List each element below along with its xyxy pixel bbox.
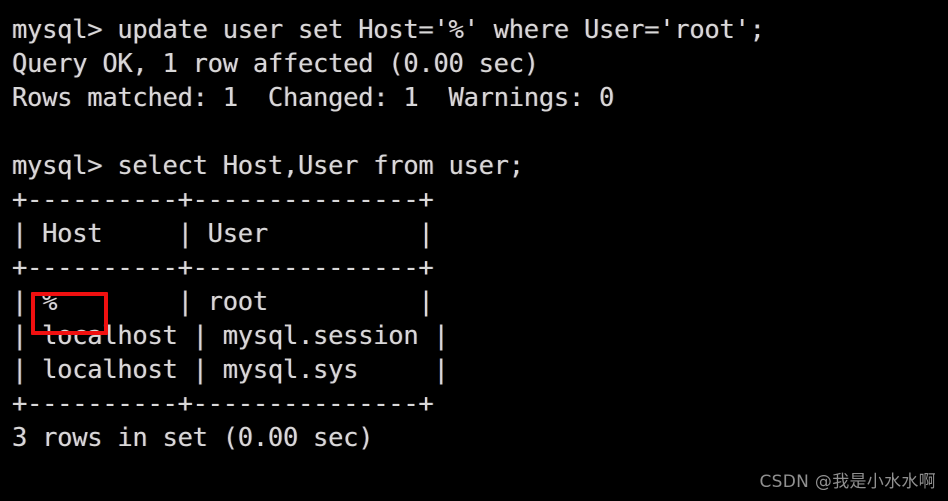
table-row: | % | root | bbox=[12, 287, 434, 317]
watermark-text: CSDN @我是小水水啊 bbox=[759, 472, 936, 492]
terminal-line-rows-matched: Rows matched: 1 Changed: 1 Warnings: 0 bbox=[12, 83, 615, 113]
terminal-window[interactable]: mysql> update user set Host='%' where Us… bbox=[0, 0, 948, 501]
terminal-line-query-ok: Query OK, 1 row affected (0.00 sec) bbox=[12, 49, 539, 79]
table-border-top: +----------+---------------+ bbox=[12, 185, 434, 215]
terminal-line-command-select: mysql> select Host,User from user; bbox=[12, 151, 524, 181]
terminal-line-command-update: mysql> update user set Host='%' where Us… bbox=[12, 15, 765, 45]
table-row: | localhost | mysql.sys | bbox=[12, 355, 449, 385]
terminal-line-rows-in-set: 3 rows in set (0.00 sec) bbox=[12, 423, 374, 453]
table-border-bottom: +----------+---------------+ bbox=[12, 389, 434, 419]
table-header-row: | Host | User | bbox=[12, 219, 434, 249]
table-row: | localhost | mysql.session | bbox=[12, 321, 449, 351]
table-border-header: +----------+---------------+ bbox=[12, 253, 434, 283]
